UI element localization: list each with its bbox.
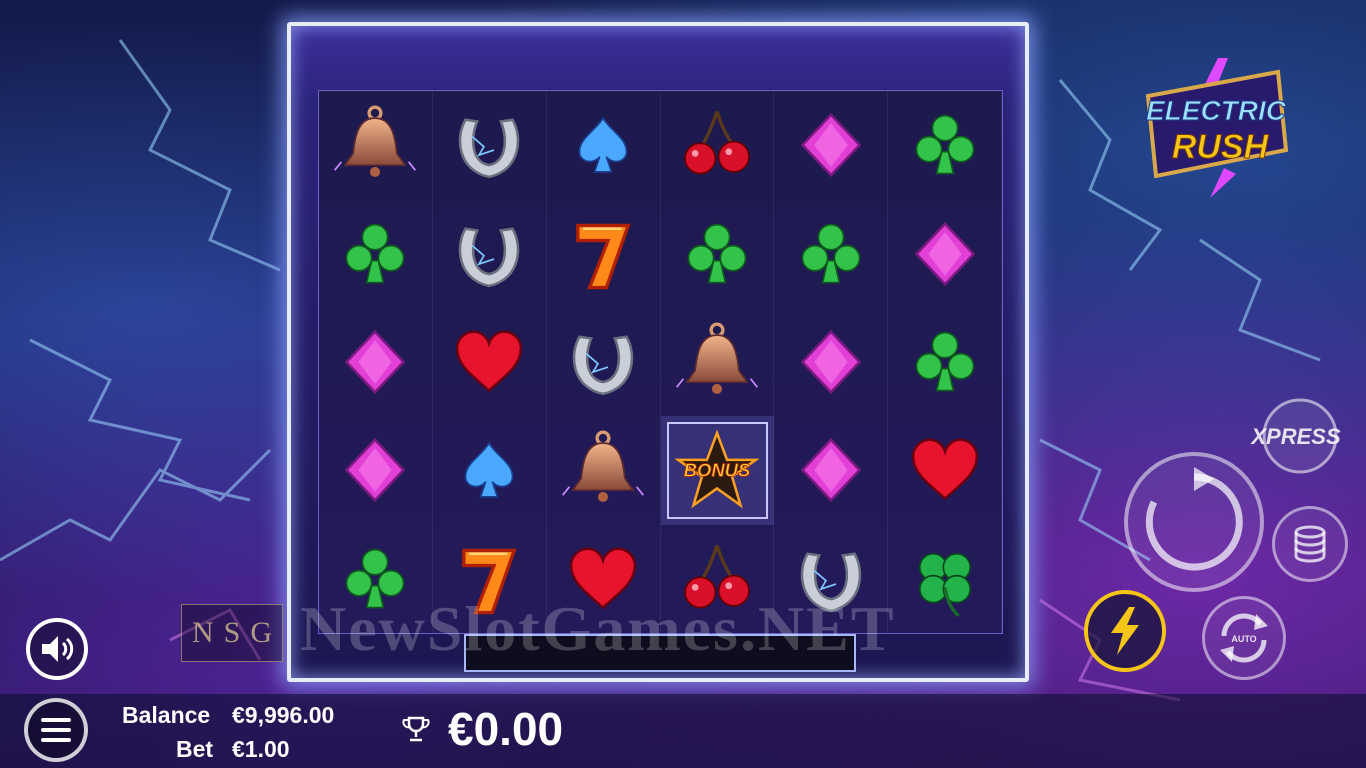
reel-cell (774, 91, 889, 200)
reel-cell (547, 199, 661, 308)
reel-cell (888, 307, 1002, 417)
diamond-icon (800, 329, 862, 395)
game-logo: ELECTRIC RUSH (1128, 58, 1298, 198)
sound-button[interactable] (26, 618, 88, 680)
spin-button[interactable] (1124, 452, 1264, 592)
club-icon (346, 223, 405, 283)
club-icon (915, 114, 974, 175)
heart-icon (911, 438, 978, 501)
club-icon (687, 223, 747, 283)
svg-text:BONUS: BONUS (684, 460, 751, 481)
spin-icon (1145, 467, 1243, 571)
menu-icon (41, 718, 71, 742)
balance-label: Balance (122, 702, 211, 728)
coins-icon (1294, 525, 1326, 563)
watermark-text: NewSlotGames.NET (300, 593, 896, 664)
seven-icon (576, 223, 631, 289)
reel-cell (433, 91, 547, 200)
reel-cell (319, 91, 433, 200)
watermark-logo: N S G (181, 604, 283, 662)
autoplay-icon: AUTO (1220, 613, 1268, 663)
bell-icon (334, 105, 417, 178)
logo-title-line2: RUSH (1172, 128, 1270, 166)
bonus-icon: BONUS (674, 429, 759, 509)
watermark-logo-letter: G (250, 616, 273, 649)
speaker-icon (42, 636, 74, 662)
autoplay-button[interactable]: AUTO (1202, 596, 1286, 680)
bell-icon (562, 430, 645, 503)
diamond-icon (800, 113, 862, 178)
reel-cell (888, 416, 1002, 525)
reel-cell (888, 91, 1002, 200)
reel-cell (433, 416, 547, 525)
reel-cell (774, 199, 889, 308)
reel-grid: BONUS (318, 90, 1003, 634)
diamond-icon (345, 329, 406, 395)
reel-cell (547, 91, 661, 200)
lightning-icon (1111, 607, 1139, 655)
xpress-label: XPRESS (1249, 424, 1341, 449)
reel-cell (433, 307, 547, 417)
reel-cell (661, 91, 775, 200)
reel-cell (661, 199, 775, 308)
logo-title-line1: ELECTRIC (1146, 95, 1287, 126)
menu-button[interactable] (24, 698, 88, 762)
bet-button[interactable] (1272, 506, 1348, 582)
reel-cell (319, 416, 433, 525)
reel-cell (774, 307, 889, 417)
watermark-logo-letter: S (223, 616, 241, 649)
xpress-button[interactable]: XPRESS (1244, 396, 1348, 476)
reel-cell (888, 199, 1002, 308)
autoplay-label: AUTO (1231, 634, 1256, 644)
clover-icon (918, 552, 971, 617)
bell-icon (675, 322, 758, 394)
horseshoe-icon (459, 227, 520, 287)
spade-icon (464, 441, 514, 499)
horseshoe-icon (459, 118, 520, 179)
reel-cell (319, 307, 433, 417)
horseshoe-icon (572, 335, 634, 396)
reel-cell (319, 199, 433, 308)
reel-cell (661, 307, 775, 417)
diamond-icon (345, 438, 406, 503)
win-amount: €0.00 (448, 703, 564, 755)
bet-label: Bet (176, 736, 214, 762)
reel-cell (547, 307, 661, 417)
heart-icon (456, 330, 523, 393)
turbo-button[interactable] (1084, 590, 1166, 672)
diamond-icon (800, 438, 862, 503)
spade-icon (578, 116, 628, 173)
watermark-logo-letter: N (191, 616, 214, 649)
diamond-icon (914, 221, 975, 286)
reel-cell (774, 416, 889, 525)
club-icon (801, 223, 861, 283)
cherry-icon (684, 111, 750, 175)
reel-cell (888, 524, 1002, 633)
balance-value: €9,996.00 (232, 702, 335, 728)
reel-cell (547, 416, 661, 525)
reel-cell (433, 199, 547, 308)
bonus-symbol: BONUS (660, 416, 775, 525)
club-icon (915, 331, 974, 392)
bet-value: €1.00 (232, 736, 290, 762)
trophy-icon (402, 716, 430, 747)
